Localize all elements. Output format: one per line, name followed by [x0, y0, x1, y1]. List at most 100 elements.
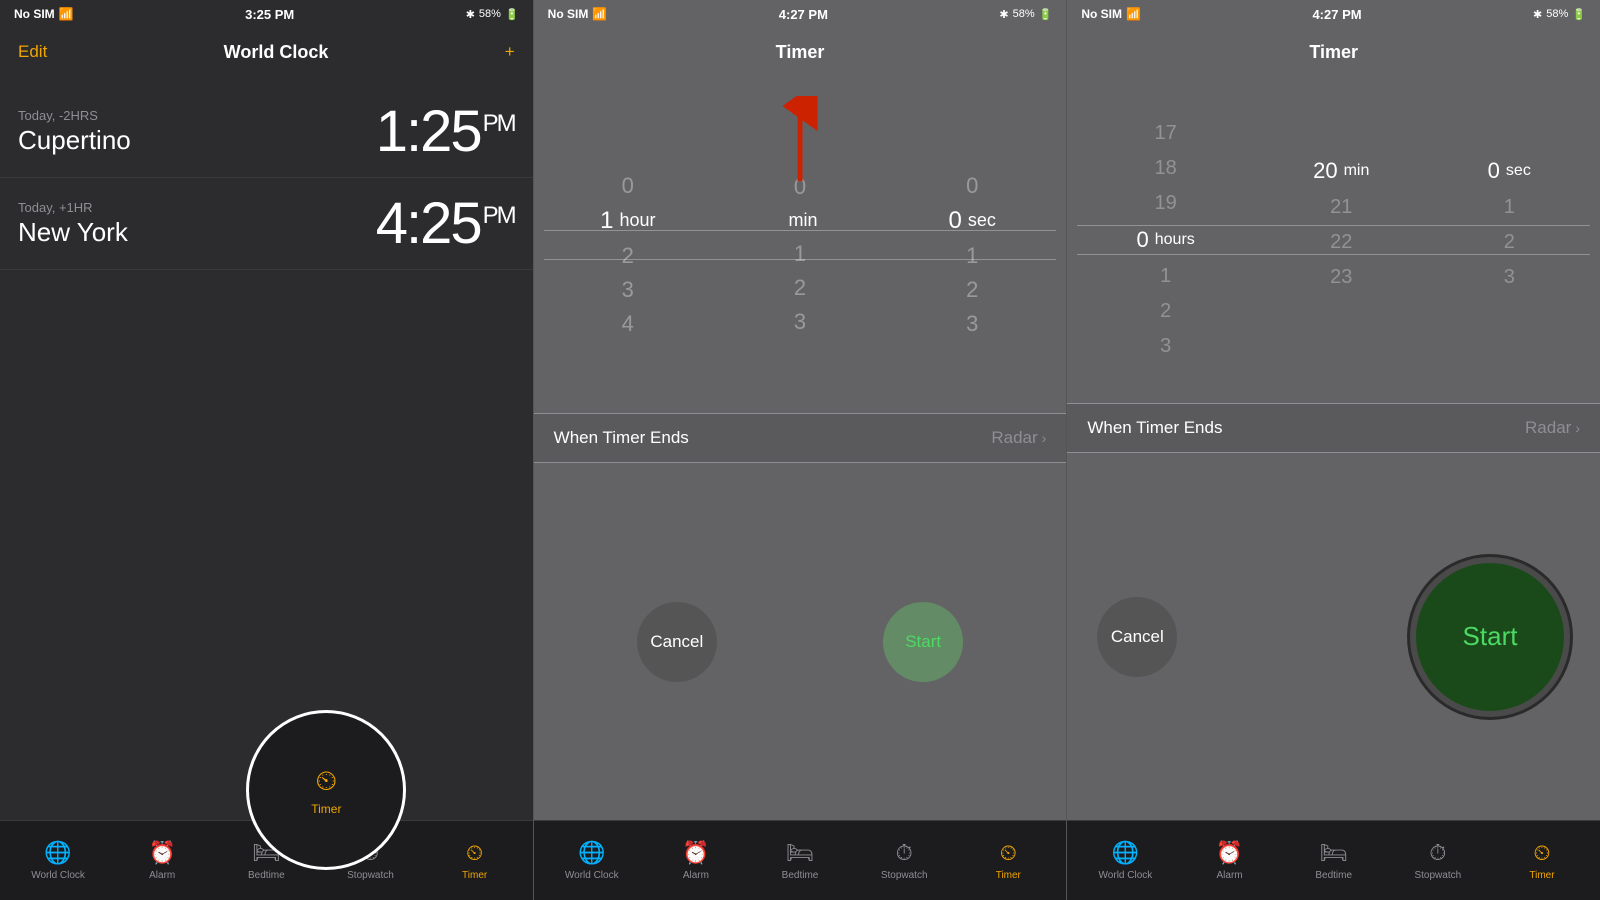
clock-offset-newyork: Today, +1HR	[18, 200, 128, 215]
battery-label-2: 58%	[1013, 8, 1035, 20]
picker-min-below3: 3	[794, 311, 806, 333]
picker-col-hours-2[interactable]: 0 1 hour 2 3 4	[542, 155, 714, 335]
pm-below1: 21	[1330, 196, 1352, 219]
stopwatch-icon-3: ⏱	[1429, 840, 1446, 866]
wifi-icon: 📶	[59, 7, 74, 21]
scroll-arrow	[780, 96, 820, 186]
ph-below1: 1	[1160, 265, 1171, 288]
picker-hour-selected-row: 1 hour	[600, 209, 655, 233]
stopwatch-icon-2: ⏱	[896, 840, 913, 866]
add-clock-button[interactable]: +	[505, 42, 515, 62]
tab-world-clock-3[interactable]: 🌐 World Clock	[1073, 840, 1177, 881]
ph-selected: 0	[1137, 227, 1149, 253]
status-left-1: No SIM 📶	[14, 7, 74, 21]
status-bar-2: No SIM 📶 4:27 PM ✱ 58% 🔋	[534, 0, 1067, 28]
timer-ends-value-3[interactable]: Radar ›	[1525, 418, 1580, 438]
status-right-1: ✱ 58% 🔋	[466, 8, 519, 21]
picker-hour-unit: hour	[619, 210, 655, 231]
picker-sec-unit: sec	[968, 210, 996, 231]
tab-stopwatch-2[interactable]: ⏱ Stopwatch	[852, 840, 956, 881]
ph-selected-row: 0 hours	[1137, 227, 1195, 253]
edit-button[interactable]: Edit	[18, 42, 47, 62]
wifi-icon-2: 📶	[592, 7, 607, 21]
pm-selected: 20	[1313, 158, 1337, 184]
timer-ends-value-2[interactable]: Radar ›	[991, 428, 1046, 448]
alarm-icon-2: ⏰	[682, 840, 709, 866]
cancel-button-3[interactable]: Cancel	[1097, 597, 1177, 677]
nav-bar-1: Edit World Clock +	[0, 28, 533, 76]
start-button-2[interactable]: Start	[883, 602, 963, 682]
clock-info-cupertino: Today, -2HRS Cupertino	[18, 108, 131, 156]
alarm-icon-3: ⏰	[1216, 840, 1243, 866]
clock-time-newyork: 4:25PM	[376, 190, 515, 257]
picker-hour-below3: 4	[622, 313, 634, 335]
ps-selected: 0	[1488, 158, 1500, 184]
chevron-icon-3: ›	[1575, 420, 1580, 436]
bluetooth-icon: ✱	[466, 8, 475, 21]
picker-sec-selected-row: 0 sec	[949, 209, 996, 233]
tab-label-wc-3: World Clock	[1099, 870, 1153, 881]
status-left-2: No SIM 📶	[548, 7, 608, 21]
circle-timer-icon: ⏲	[315, 765, 337, 798]
pm-below3: 23	[1330, 266, 1352, 289]
status-time-1: 3:25 PM	[245, 7, 294, 22]
chevron-icon-2: ›	[1042, 430, 1047, 446]
start-button-3[interactable]: Start	[1410, 557, 1570, 717]
cancel-label-3: Cancel	[1111, 627, 1164, 647]
tab-bedtime-3[interactable]: 🛏 Bedtime	[1282, 840, 1386, 881]
battery-icon-2: 🔋	[1039, 8, 1053, 21]
ps-below1: 1	[1504, 196, 1515, 219]
tab-stopwatch-3[interactable]: ⏱ Stopwatch	[1386, 840, 1490, 881]
tab-label-world-clock-1: World Clock	[31, 870, 85, 881]
tab-label-bedtime-3: Bedtime	[1315, 870, 1352, 881]
timer-ends-row-2[interactable]: When Timer Ends Radar ›	[534, 413, 1067, 463]
circle-timer-label: Timer	[311, 802, 341, 816]
tab-label-wc-2: World Clock	[565, 870, 619, 881]
picker-col-sec-3[interactable]: 0 sec 1 2 3	[1488, 122, 1531, 289]
picker-min-below2: 2	[794, 277, 806, 299]
time-digits-cupertino: 1:25	[376, 99, 481, 164]
clock-item-newyork: Today, +1HR New York 4:25PM	[0, 178, 533, 270]
nav-bar-3: Timer	[1067, 28, 1600, 76]
picker-col-sec-2[interactable]: 0 0 sec 1 2 3	[886, 155, 1058, 335]
cancel-button-2[interactable]: Cancel	[637, 602, 717, 682]
ps-below2: 2	[1504, 231, 1515, 254]
status-left-3: No SIM 📶	[1081, 7, 1141, 21]
tab-label-alarm-2: Alarm	[683, 870, 709, 881]
timer-ends-row-3[interactable]: When Timer Ends Radar ›	[1067, 403, 1600, 453]
time-digits-newyork: 4:25	[376, 191, 481, 256]
tab-timer-3[interactable]: ⏲ Timer	[1490, 840, 1594, 881]
picker-min-selected-row: min	[782, 210, 817, 231]
picker-min-unit: min	[788, 210, 817, 231]
status-bar-1: No SIM 📶 3:25 PM ✱ 58% 🔋	[0, 0, 533, 28]
clock-city-cupertino: Cupertino	[18, 125, 131, 156]
picker-hour-below2: 3	[622, 279, 634, 301]
clock-time-cupertino: 1:25PM	[376, 98, 515, 165]
status-time-2: 4:27 PM	[779, 7, 828, 22]
picker-columns-3[interactable]: 17 18 19 0 hours 1 2 3 20 min	[1067, 112, 1600, 368]
action-row-3: Cancel Start	[1067, 453, 1600, 820]
tab-alarm-3[interactable]: ⏰ Alarm	[1177, 840, 1281, 881]
bedtime-icon-3: 🛏	[1320, 840, 1348, 866]
no-sim-label-2: No SIM	[548, 7, 589, 21]
tab-label-timer-2: Timer	[996, 870, 1021, 881]
ps-selected-row: 0 sec	[1488, 158, 1531, 184]
picker-col-hours-3[interactable]: 17 18 19 0 hours 1 2 3	[1137, 122, 1195, 358]
tab-timer-1[interactable]: ⏲ Timer	[423, 840, 527, 881]
picker-area-2[interactable]: 0 1 hour 2 3 4 0 min 1 2 3	[534, 76, 1067, 413]
clock-list: Today, -2HRS Cupertino 1:25PM Today, +1H…	[0, 76, 533, 820]
tab-circle-overlay: ⏲ Timer	[246, 710, 406, 870]
status-bar-3: No SIM 📶 4:27 PM ✱ 58% 🔋	[1067, 0, 1600, 28]
tab-alarm-2[interactable]: ⏰ Alarm	[644, 840, 748, 881]
picker-col-min-3[interactable]: 20 min 21 22 23	[1313, 122, 1369, 289]
picker-area-3[interactable]: 17 18 19 0 hours 1 2 3 20 min	[1067, 76, 1600, 403]
tab-world-clock-1[interactable]: 🌐 World Clock	[6, 840, 110, 881]
clock-info-newyork: Today, +1HR New York	[18, 200, 128, 248]
globe-icon-1: 🌐	[44, 840, 71, 866]
ps-unit: sec	[1506, 162, 1531, 180]
tab-world-clock-2[interactable]: 🌐 World Clock	[540, 840, 644, 881]
timer-icon-2: ⏲	[1000, 840, 1017, 866]
tab-alarm-1[interactable]: ⏰ Alarm	[110, 840, 214, 881]
tab-bedtime-2[interactable]: 🛏 Bedtime	[748, 840, 852, 881]
tab-timer-2[interactable]: ⏲ Timer	[956, 840, 1060, 881]
